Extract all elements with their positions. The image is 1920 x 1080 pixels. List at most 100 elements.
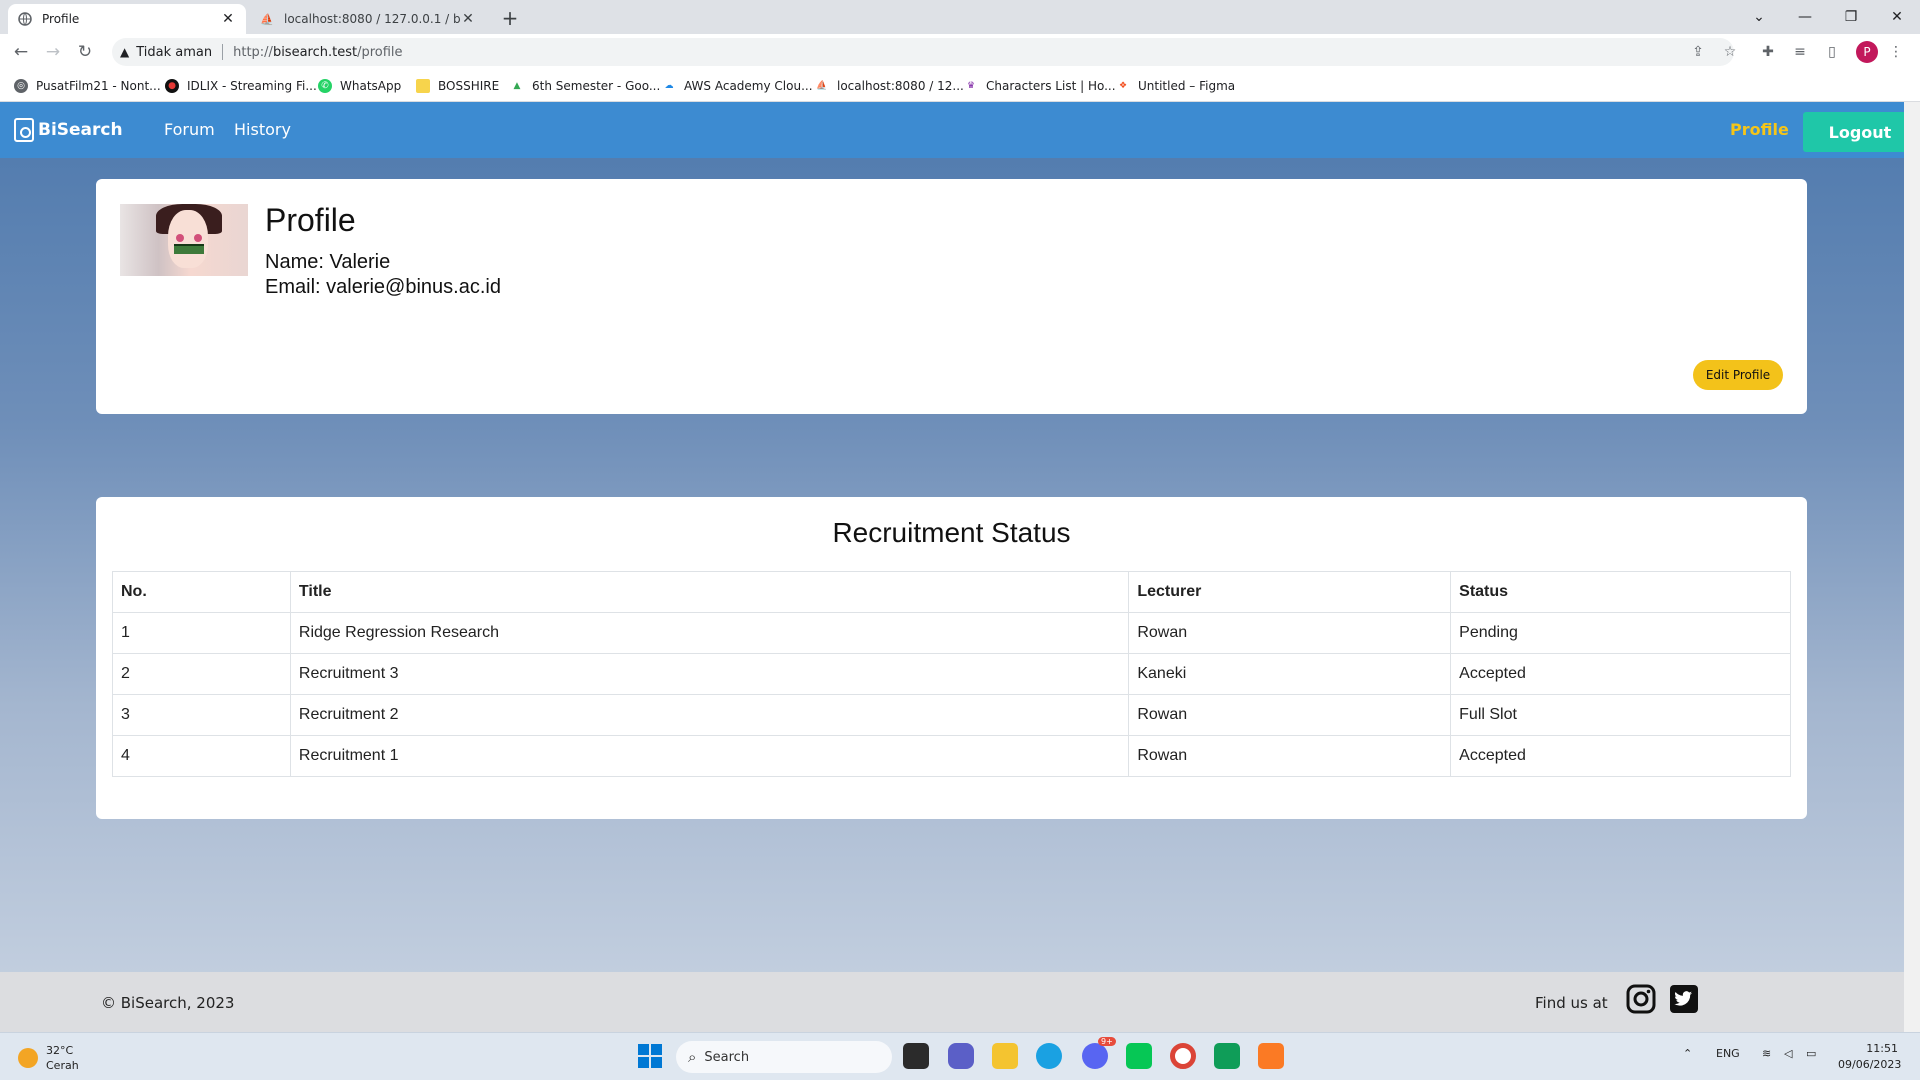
bookmark-label: AWS Academy Clou... [684, 79, 813, 93]
phpmyadmin-icon: ⛵ [260, 12, 274, 26]
brand-name: BiSearch [38, 120, 123, 140]
security-label: Tidak aman [136, 44, 213, 60]
close-tab-icon[interactable]: ✕ [220, 11, 236, 27]
new-tab-button[interactable]: + [498, 6, 522, 30]
profile-name: Name: Valerie [265, 251, 391, 273]
windows-start-icon[interactable] [637, 1043, 663, 1069]
line-icon[interactable] [1126, 1043, 1152, 1069]
bookmark-label: IDLIX - Streaming Fi... [187, 79, 317, 93]
extensions-icon[interactable]: ✚ [1758, 42, 1778, 62]
edit-profile-button[interactable]: Edit Profile [1693, 360, 1783, 390]
bookmark-item[interactable]: ▲ 6th Semester - Goo... [510, 70, 661, 102]
edge-icon[interactable] [1036, 1043, 1062, 1069]
chevron-up-icon[interactable]: ⌃ [1683, 1047, 1692, 1060]
cell-no: 2 [112, 653, 291, 695]
share-icon[interactable]: ⇪ [1688, 42, 1708, 62]
discord-icon[interactable] [1082, 1043, 1108, 1069]
bookmark-item[interactable]: ☁ AWS Academy Clou... [662, 70, 813, 102]
speaker-icon[interactable]: ◁ [1784, 1047, 1792, 1060]
bookmark-label: BOSSHIRE [438, 79, 500, 93]
tab-profile[interactable]: Profile ✕ [8, 4, 246, 34]
reading-list-icon[interactable]: ≡ [1790, 42, 1810, 62]
bookmark-label: 6th Semester - Goo... [532, 79, 661, 93]
tab-title: Profile [42, 12, 80, 26]
bookmark-item[interactable]: ♛ Characters List | Ho... [964, 70, 1116, 102]
bookmarks-bar: ◎ PusatFilm21 - Nont... ● IDLIX - Streamin… [0, 70, 1920, 102]
profile-avatar[interactable]: P [1856, 41, 1878, 63]
header-lecturer: Lecturer [1128, 571, 1452, 613]
minimize-button[interactable]: — [1782, 0, 1828, 34]
back-icon[interactable]: ← [10, 41, 32, 63]
search-document-icon [14, 118, 34, 142]
battery-icon[interactable]: ▭ [1806, 1047, 1816, 1060]
menu-kebab-icon[interactable]: ⋮ [1886, 42, 1906, 62]
page-content: BiSearch Forum History Profile Logout Pr… [0, 102, 1920, 1032]
wifi-icon[interactable]: ≋ [1762, 1047, 1771, 1060]
profile-card: Profile Name: Valerie Email: valerie@bin… [96, 179, 1807, 414]
bookmark-label: Untitled – Figma [1138, 79, 1236, 93]
twitter-icon[interactable] [1669, 984, 1699, 1014]
tab-title: localhost:8080 / 127.0.0.1 / bisea [284, 12, 460, 26]
address-bar[interactable]: ▲ Tidak aman http://bisearch.test/profil… [112, 38, 1734, 66]
clock-time: 11:51 [1866, 1042, 1898, 1055]
restore-button[interactable]: ❐ [1828, 0, 1874, 34]
nav-history-link[interactable]: History [234, 120, 291, 139]
idlix-icon: ● [165, 79, 179, 93]
task-view-icon[interactable] [903, 1043, 929, 1069]
bookmark-item[interactable]: ● IDLIX - Streaming Fi... [165, 70, 317, 102]
chrome-icon[interactable] [1170, 1043, 1196, 1069]
weather-widget[interactable]: 32°C Cerah [18, 1043, 79, 1073]
browser-toolbar: ← → ↻ ▲ Tidak aman http://bisearch.test /… [0, 34, 1920, 70]
nav-forum-link[interactable]: Forum [164, 120, 215, 139]
close-window-button[interactable]: ✕ [1874, 0, 1920, 34]
bookmark-label: WhatsApp [340, 79, 402, 93]
cell-title: Recruitment 1 [289, 735, 1130, 777]
forward-icon[interactable]: → [42, 41, 64, 63]
phpmyadmin-icon: ⛵ [816, 81, 828, 91]
profile-picture [120, 204, 248, 276]
bookmark-item[interactable]: BOSSHIRE [416, 70, 499, 102]
xampp-icon[interactable] [1258, 1043, 1284, 1069]
characters-icon: ♛ [966, 81, 976, 91]
nav-profile-link[interactable]: Profile [1730, 120, 1789, 139]
bookmark-label: PusatFilm21 - Nont... [36, 79, 161, 93]
table-row: 3 Recruitment 2 Rowan Full Slot [112, 694, 1791, 736]
bookmark-item[interactable]: ◎ PusatFilm21 - Nont... [14, 70, 161, 102]
folder-icon [416, 79, 430, 93]
divider [222, 44, 224, 60]
url-host: bisearch.test [272, 44, 358, 60]
language-indicator[interactable]: ENG [1716, 1047, 1740, 1060]
system-clock[interactable]: 11:51 09/06/2023 [1838, 1041, 1902, 1073]
recruitment-status-title: Recruitment Status [832, 517, 1071, 548]
sheets-icon[interactable] [1214, 1043, 1240, 1069]
bookmark-star-icon[interactable]: ☆ [1720, 42, 1740, 62]
page-scrollbar[interactable] [1904, 102, 1920, 1032]
recruitment-status-card: Recruitment Status No. Title Lecturer St… [96, 497, 1807, 819]
instagram-icon[interactable] [1626, 984, 1656, 1014]
logout-button[interactable]: Logout [1803, 112, 1917, 152]
google-drive-icon: ▲ [513, 81, 521, 91]
reload-icon[interactable]: ↻ [74, 41, 96, 63]
cell-title: Recruitment 2 [289, 694, 1130, 736]
cell-lecturer: Kaneki [1128, 653, 1452, 695]
bookmark-item[interactable]: ✆ WhatsApp [318, 70, 401, 102]
file-explorer-icon[interactable] [992, 1043, 1018, 1069]
table-row: 1 Ridge Regression Research Rowan Pendin… [112, 612, 1791, 654]
taskbar-search[interactable]: ⌕ Search [676, 1041, 892, 1073]
table-row: 2 Recruitment 3 Kaneki Accepted [112, 653, 1791, 695]
brand-logo[interactable]: BiSearch [14, 118, 123, 142]
cell-title: Ridge Regression Research [289, 612, 1130, 654]
cell-status: Pending [1450, 612, 1791, 654]
tab-search-icon[interactable]: ⌄ [1736, 0, 1782, 34]
cell-title: Recruitment 3 [289, 653, 1130, 695]
cell-no: 3 [112, 694, 291, 736]
teams-icon[interactable] [948, 1043, 974, 1069]
bookmark-item[interactable]: ❖ Untitled – Figma [1116, 70, 1235, 102]
globe-icon [18, 12, 32, 26]
side-panel-icon[interactable]: ▯ [1822, 42, 1842, 62]
bookmark-item[interactable]: ⛵ localhost:8080 / 12... [815, 70, 963, 102]
tab-phpmyadmin[interactable]: ⛵ localhost:8080 / 127.0.0.1 / bisea ✕ [250, 4, 486, 34]
find-us-label: Find us at [1535, 994, 1608, 1012]
close-tab-icon[interactable]: ✕ [460, 11, 476, 27]
clock-date: 09/06/2023 [1838, 1058, 1902, 1071]
